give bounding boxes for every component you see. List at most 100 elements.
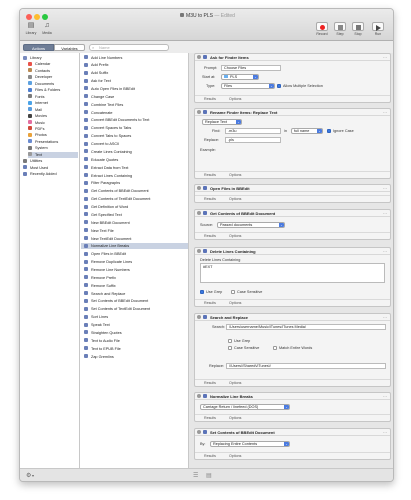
delete-lines-text-area[interactable]: #EXT xyxy=(200,263,385,283)
action-item[interactable]: Sort Lines xyxy=(81,314,188,320)
options-toggle[interactable]: Options xyxy=(229,300,241,307)
category-item[interactable]: Internet xyxy=(28,100,78,106)
category-item[interactable]: Fonts xyxy=(28,94,78,100)
category-item[interactable]: Calendar xyxy=(28,61,78,67)
action-item[interactable]: Remove Line Numbers xyxy=(81,267,188,273)
action-item[interactable]: Zap Gremlins xyxy=(81,354,188,360)
type-popup[interactable]: Files ⌄ xyxy=(221,83,275,89)
action-item[interactable]: New Text File xyxy=(81,228,188,234)
action-item[interactable]: Extract Data from Text xyxy=(81,165,188,171)
options-toggle[interactable]: Options xyxy=(229,453,241,460)
close-action-icon[interactable] xyxy=(197,110,201,114)
set-mode-popup[interactable]: Replacing Entire Contents ⌄ xyxy=(210,441,290,447)
results-toggle[interactable]: Results xyxy=(204,453,216,460)
set-contents-bbedit-card[interactable]: Set Contents of BBEdit Document ⋯ By: Rep… xyxy=(194,428,391,460)
zoom-window-button[interactable] xyxy=(42,14,48,20)
get-contents-bbedit-card[interactable]: Get Contents of BBEdit Document ⋯ Source:… xyxy=(194,209,391,240)
allow-multiple-checkbox[interactable] xyxy=(277,84,281,88)
options-toggle[interactable]: Options xyxy=(229,172,241,179)
ask-for-finder-items-card[interactable]: Ask for Finder Items ⋯ Prompt: Choose Fil… xyxy=(194,53,391,103)
category-item[interactable]: Documents xyxy=(28,81,78,87)
action-item[interactable]: Add Suffix xyxy=(81,70,188,76)
action-item[interactable]: Speak Text xyxy=(81,322,188,328)
find-field[interactable]: .m3u xyxy=(225,128,281,134)
close-action-icon[interactable] xyxy=(197,211,201,215)
action-item[interactable]: Create Lines Containing xyxy=(81,149,188,155)
action-item[interactable]: New TextEdit Document xyxy=(81,236,188,242)
options-toggle[interactable]: Options xyxy=(229,380,241,387)
sr-case-sensitive-checkbox[interactable] xyxy=(228,346,232,350)
rename-mode-popup[interactable]: Replace Text ⌄ xyxy=(202,119,242,125)
action-item[interactable]: Educate Quotes xyxy=(81,157,188,163)
action-item[interactable]: Auto Open Files in BBEdit xyxy=(81,86,188,92)
close-action-icon[interactable] xyxy=(197,394,201,398)
action-item[interactable]: Change Case xyxy=(81,94,188,100)
close-action-icon[interactable] xyxy=(197,315,201,319)
sr-replace-field[interactable]: \/Users\/Shared\/iTunes\/ xyxy=(226,363,386,369)
action-item[interactable]: Remove Prefix xyxy=(81,275,188,281)
search-and-replace-card[interactable]: Search and Replace ⋯ Search: /Users/usern… xyxy=(194,313,391,387)
action-item[interactable]: Set Contents of TextEdit Document xyxy=(81,306,188,312)
category-item[interactable]: System xyxy=(28,145,78,151)
action-item[interactable]: Set Contents of BBEdit Document xyxy=(81,298,188,304)
tab-actions[interactable]: Actions xyxy=(23,44,54,51)
action-item[interactable]: Extract Lines Containing xyxy=(81,173,188,179)
action-item[interactable]: Text to EPUB File xyxy=(81,346,188,352)
minimize-window-button[interactable] xyxy=(34,14,40,20)
category-item[interactable]: Music xyxy=(28,120,78,126)
replace-field[interactable]: .pls xyxy=(225,137,281,143)
step-button[interactable] xyxy=(334,22,346,31)
prompt-field[interactable]: Choose Files xyxy=(221,65,281,71)
category-item[interactable]: PDFs xyxy=(28,126,78,132)
category-item[interactable]: Library xyxy=(23,55,78,61)
options-toggle[interactable]: Options xyxy=(229,233,241,240)
category-item[interactable]: Mail xyxy=(28,107,78,113)
action-item[interactable]: Get Contents of BBEdit Document xyxy=(81,188,188,194)
results-toggle[interactable]: Results xyxy=(204,233,216,240)
action-menu-icon[interactable]: ⋯ xyxy=(383,54,387,61)
action-item[interactable]: Get Specified Text xyxy=(81,212,188,218)
action-item[interactable]: Normalize Line Breaks xyxy=(81,243,188,250)
action-item[interactable]: Concatenate xyxy=(81,110,188,116)
action-item[interactable]: Get Definition of Word xyxy=(81,204,188,210)
library-button[interactable]: ▤ Library xyxy=(24,22,38,35)
action-menu-icon[interactable]: ⋯ xyxy=(383,185,387,192)
in-popup[interactable]: full name ⌄ xyxy=(291,128,323,134)
category-item[interactable]: Recently Added xyxy=(23,171,78,177)
normalize-line-breaks-card[interactable]: Normalize Line Breaks ⋯ Carriage Return /… xyxy=(194,392,391,422)
category-item[interactable]: Contacts xyxy=(28,68,78,74)
stop-button[interactable] xyxy=(352,22,364,31)
action-item[interactable]: Ask for Text xyxy=(81,78,188,84)
action-item[interactable]: Search and Replace xyxy=(81,291,188,297)
media-button[interactable]: ♫ Media xyxy=(40,22,54,35)
options-toggle[interactable]: Options xyxy=(229,196,241,203)
action-item[interactable]: Remove Duplicate Lines xyxy=(81,259,188,265)
ignore-case-checkbox[interactable] xyxy=(327,129,331,133)
search-text-field[interactable]: /Users/username/Music/iTunes/iTunes Medi… xyxy=(226,324,386,330)
action-item[interactable]: Straighten Quotes xyxy=(81,330,188,336)
results-toggle[interactable]: Results xyxy=(204,96,216,103)
options-toggle[interactable]: Options xyxy=(229,96,241,103)
action-item[interactable]: Get Contents of TextEdit Document xyxy=(81,196,188,202)
tab-variables[interactable]: Variables xyxy=(54,44,85,51)
gear-icon[interactable]: ⚙ xyxy=(26,472,31,479)
results-toggle[interactable]: Results xyxy=(204,196,216,203)
results-toggle[interactable]: Results xyxy=(204,415,216,422)
action-item[interactable]: Text to Audio File xyxy=(81,338,188,344)
action-item[interactable]: Convert Spaces to Tabs xyxy=(81,125,188,131)
action-menu-icon[interactable]: ⋯ xyxy=(383,210,387,217)
action-item[interactable]: Add Line Numbers xyxy=(81,55,188,61)
action-menu-icon[interactable]: ⋯ xyxy=(383,393,387,400)
open-files-in-bbedit-card[interactable]: Open Files in BBEdit ⋯ Results Options xyxy=(194,184,391,203)
action-menu-icon[interactable]: ⋯ xyxy=(383,248,387,255)
category-item[interactable]: Presentations xyxy=(28,139,78,145)
start-at-popup[interactable]: PLS ⌄ xyxy=(221,74,259,80)
results-toggle[interactable]: Results xyxy=(204,380,216,387)
close-action-icon[interactable] xyxy=(197,249,201,253)
action-item[interactable]: Convert Tabs to Spaces xyxy=(81,133,188,139)
action-item[interactable]: Open Files in BBEdit xyxy=(81,251,188,257)
action-item[interactable]: New BBEdit Document xyxy=(81,220,188,226)
source-popup[interactable]: Passed documents ⌄ xyxy=(217,222,285,228)
line-break-popup[interactable]: Carriage Return / linefeed (DOS) ⌄ xyxy=(200,404,290,410)
category-item[interactable]: Files & Folders xyxy=(28,87,78,93)
